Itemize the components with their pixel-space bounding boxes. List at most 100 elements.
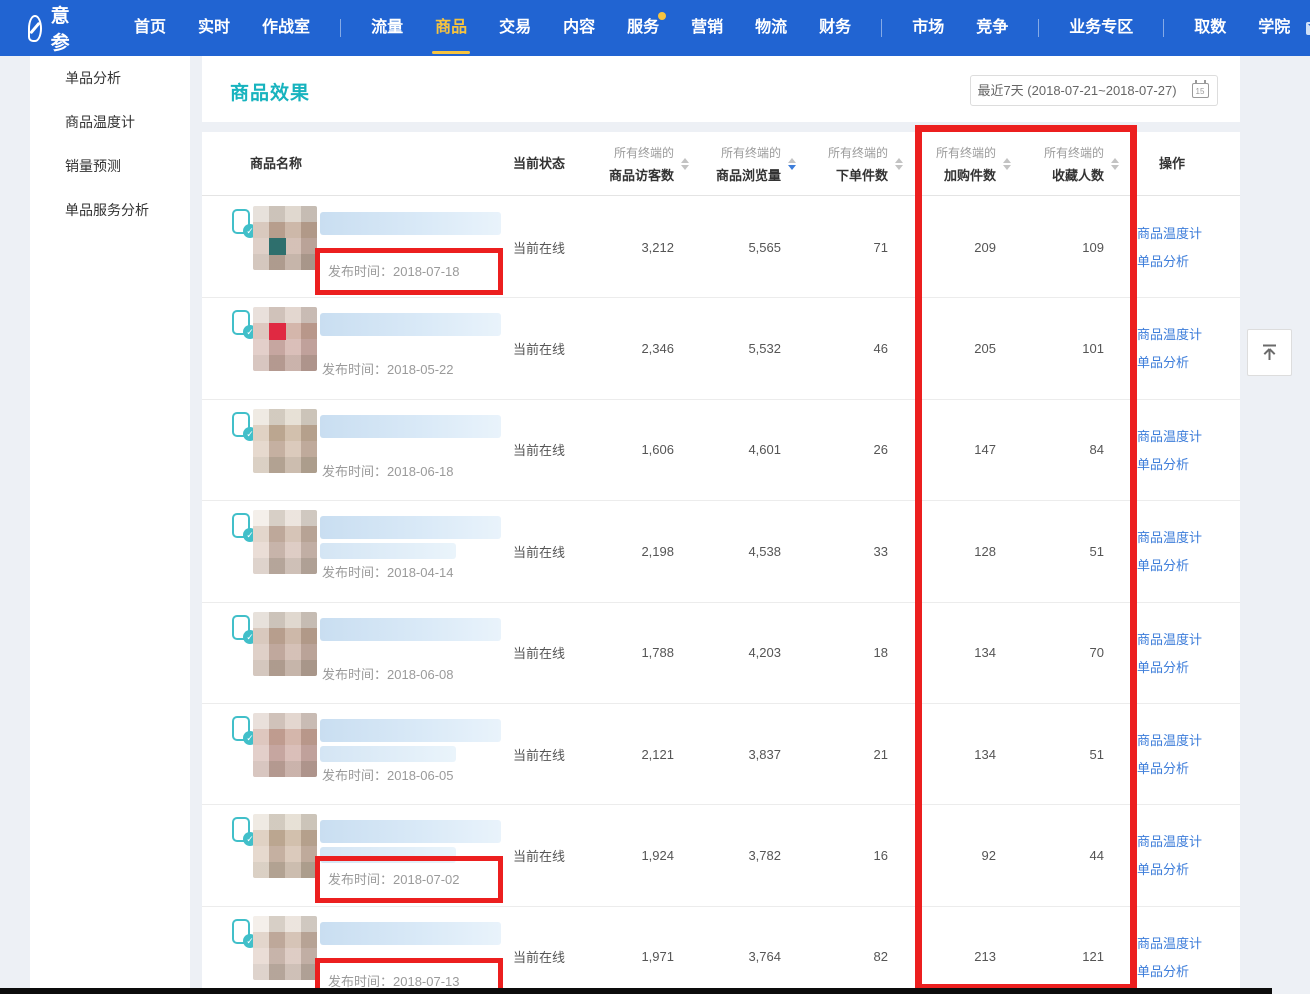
messages-button[interactable]: 消息	[1306, 7, 1310, 49]
column-header-prefix: 所有终端的	[798, 144, 888, 161]
action-single-item-analysis[interactable]: 单品分析	[1137, 758, 1189, 777]
product-image[interactable]	[253, 510, 317, 574]
product-image[interactable]	[253, 916, 317, 980]
action-single-item-analysis[interactable]: 单品分析	[1137, 555, 1189, 574]
nav-item-竞争[interactable]: 竞争	[976, 0, 1008, 56]
product-title-redacted[interactable]	[320, 922, 501, 945]
nav-item-流量[interactable]: 流量	[371, 0, 403, 56]
status-cell: 当前在线	[513, 298, 565, 398]
date-range-selector[interactable]: 最近7天 (2018-07-21~2018-07-27)	[970, 75, 1184, 106]
nav-item-label: 竞争	[976, 19, 1008, 36]
nav-item-市场[interactable]: 市场	[912, 0, 944, 56]
product-image[interactable]	[253, 206, 317, 270]
cart-adds-cell: 213	[906, 907, 996, 994]
orders-cell: 46	[798, 298, 888, 398]
back-to-top-button[interactable]	[1247, 329, 1292, 376]
brand[interactable]: 生意参谋	[28, 0, 84, 82]
visitors-cell: 1,606	[584, 400, 674, 500]
product-title-redacted[interactable]	[320, 415, 501, 438]
orders-cell: 33	[798, 501, 888, 601]
sort-arrows-icon[interactable]	[1003, 158, 1011, 170]
column-header-商品浏览量[interactable]: 所有终端的 商品浏览量	[691, 144, 781, 184]
action-product-thermometer[interactable]: 商品温度计	[1137, 933, 1202, 952]
action-product-thermometer[interactable]: 商品温度计	[1137, 223, 1202, 242]
nav-item-财务[interactable]: 财务	[819, 0, 851, 56]
action-product-thermometer[interactable]: 商品温度计	[1137, 426, 1202, 445]
sort-arrows-icon[interactable]	[681, 158, 689, 170]
favorites-cell: 101	[1014, 298, 1104, 398]
row-actions: 商品温度计 单品分析	[1137, 400, 1227, 500]
status-cell: 当前在线	[513, 805, 565, 905]
column-header-加购件数[interactable]: 所有终端的 加购件数	[906, 144, 996, 184]
favorites-cell: 51	[1014, 704, 1104, 804]
top-navbar: 生意参谋 首页实时作战室流量商品交易内容服务营销物流财务市场竞争业务专区取数学院…	[0, 0, 1310, 56]
mobile-online-icon: ✓	[232, 310, 254, 338]
cart-adds-cell: 92	[906, 805, 996, 905]
publish-date: 发布时间：2018-04-14	[322, 562, 454, 581]
sort-arrows-icon[interactable]	[895, 158, 903, 170]
nav-item-服务[interactable]: 服务	[627, 0, 659, 56]
product-image[interactable]	[253, 814, 317, 878]
orders-cell: 16	[798, 805, 888, 905]
action-single-item-analysis[interactable]: 单品分析	[1137, 454, 1189, 473]
column-header-商品访客数[interactable]: 所有终端的 商品访客数	[584, 144, 674, 184]
action-product-thermometer[interactable]: 商品温度计	[1137, 324, 1202, 343]
sort-arrows-icon[interactable]	[788, 158, 796, 170]
column-header-label: 加购件数	[906, 165, 996, 184]
product-image[interactable]	[253, 612, 317, 676]
action-single-item-analysis[interactable]: 单品分析	[1137, 352, 1189, 371]
nav-item-label: 商品	[435, 19, 467, 36]
bottom-edge-bar	[0, 988, 1272, 994]
action-single-item-analysis[interactable]: 单品分析	[1137, 657, 1189, 676]
nav-item-实时[interactable]: 实时	[198, 0, 230, 56]
nav-item-取数[interactable]: 取数	[1194, 0, 1226, 56]
cart-adds-cell: 134	[906, 704, 996, 804]
table-row: ✓ 发布时间：2018-06-05 当前在线 2,121 3,837 21 13…	[202, 704, 1240, 805]
mail-icon	[1306, 22, 1310, 35]
views-cell: 3,837	[691, 704, 781, 804]
product-title-redacted[interactable]	[320, 212, 501, 235]
mobile-online-icon: ✓	[232, 716, 254, 744]
action-product-thermometer[interactable]: 商品温度计	[1137, 629, 1202, 648]
nav-item-作战室[interactable]: 作战室	[262, 0, 310, 56]
column-header-下单件数[interactable]: 所有终端的 下单件数	[798, 144, 888, 184]
calendar-button[interactable]: 15	[1183, 75, 1218, 106]
nav-item-物流[interactable]: 物流	[755, 0, 787, 56]
product-image[interactable]	[253, 713, 317, 777]
action-product-thermometer[interactable]: 商品温度计	[1137, 527, 1202, 546]
sort-arrows-icon[interactable]	[1111, 158, 1119, 170]
sidebar-item-销量预测[interactable]: 销量预测	[30, 144, 190, 188]
table-row: ✓ 发布时间：2018-07-18 当前在线 3,212 5,565 71 20…	[202, 197, 1240, 298]
nav-item-内容[interactable]: 内容	[563, 0, 595, 56]
publish-date: 发布时间：2018-07-18	[315, 248, 503, 295]
product-title-redacted[interactable]	[320, 313, 501, 336]
nav-item-交易[interactable]: 交易	[499, 0, 531, 56]
sidebar-item-商品温度计[interactable]: 商品温度计	[30, 100, 190, 144]
action-single-item-analysis[interactable]: 单品分析	[1137, 251, 1189, 270]
nav-item-学院[interactable]: 学院	[1258, 0, 1290, 56]
nav-item-label: 取数	[1194, 19, 1226, 36]
col-current-status: 当前状态	[513, 132, 565, 196]
sidebar-item-单品服务分析[interactable]: 单品服务分析	[30, 188, 190, 232]
product-title-redacted[interactable]	[320, 820, 501, 843]
column-header-收藏人数[interactable]: 所有终端的 收藏人数	[1014, 144, 1104, 184]
product-image[interactable]	[253, 307, 317, 371]
nav-item-首页[interactable]: 首页	[134, 0, 166, 56]
action-product-thermometer[interactable]: 商品温度计	[1137, 730, 1202, 749]
action-product-thermometer[interactable]: 商品温度计	[1137, 831, 1202, 850]
product-title-redacted[interactable]	[320, 516, 501, 539]
nav-item-业务专区[interactable]: 业务专区	[1069, 0, 1133, 56]
nav-item-label: 学院	[1258, 19, 1290, 36]
action-single-item-analysis[interactable]: 单品分析	[1137, 859, 1189, 878]
product-title-redacted[interactable]	[320, 719, 501, 742]
cart-adds-cell: 205	[906, 298, 996, 398]
nav-item-label: 业务专区	[1069, 19, 1133, 36]
visitors-cell: 1,971	[584, 907, 674, 994]
product-image[interactable]	[253, 409, 317, 473]
mobile-online-icon: ✓	[232, 513, 254, 541]
row-actions: 商品温度计 单品分析	[1137, 501, 1227, 601]
product-title-redacted[interactable]	[320, 618, 501, 641]
nav-item-营销[interactable]: 营销	[691, 0, 723, 56]
nav-item-商品[interactable]: 商品	[435, 0, 467, 56]
action-single-item-analysis[interactable]: 单品分析	[1137, 961, 1189, 980]
